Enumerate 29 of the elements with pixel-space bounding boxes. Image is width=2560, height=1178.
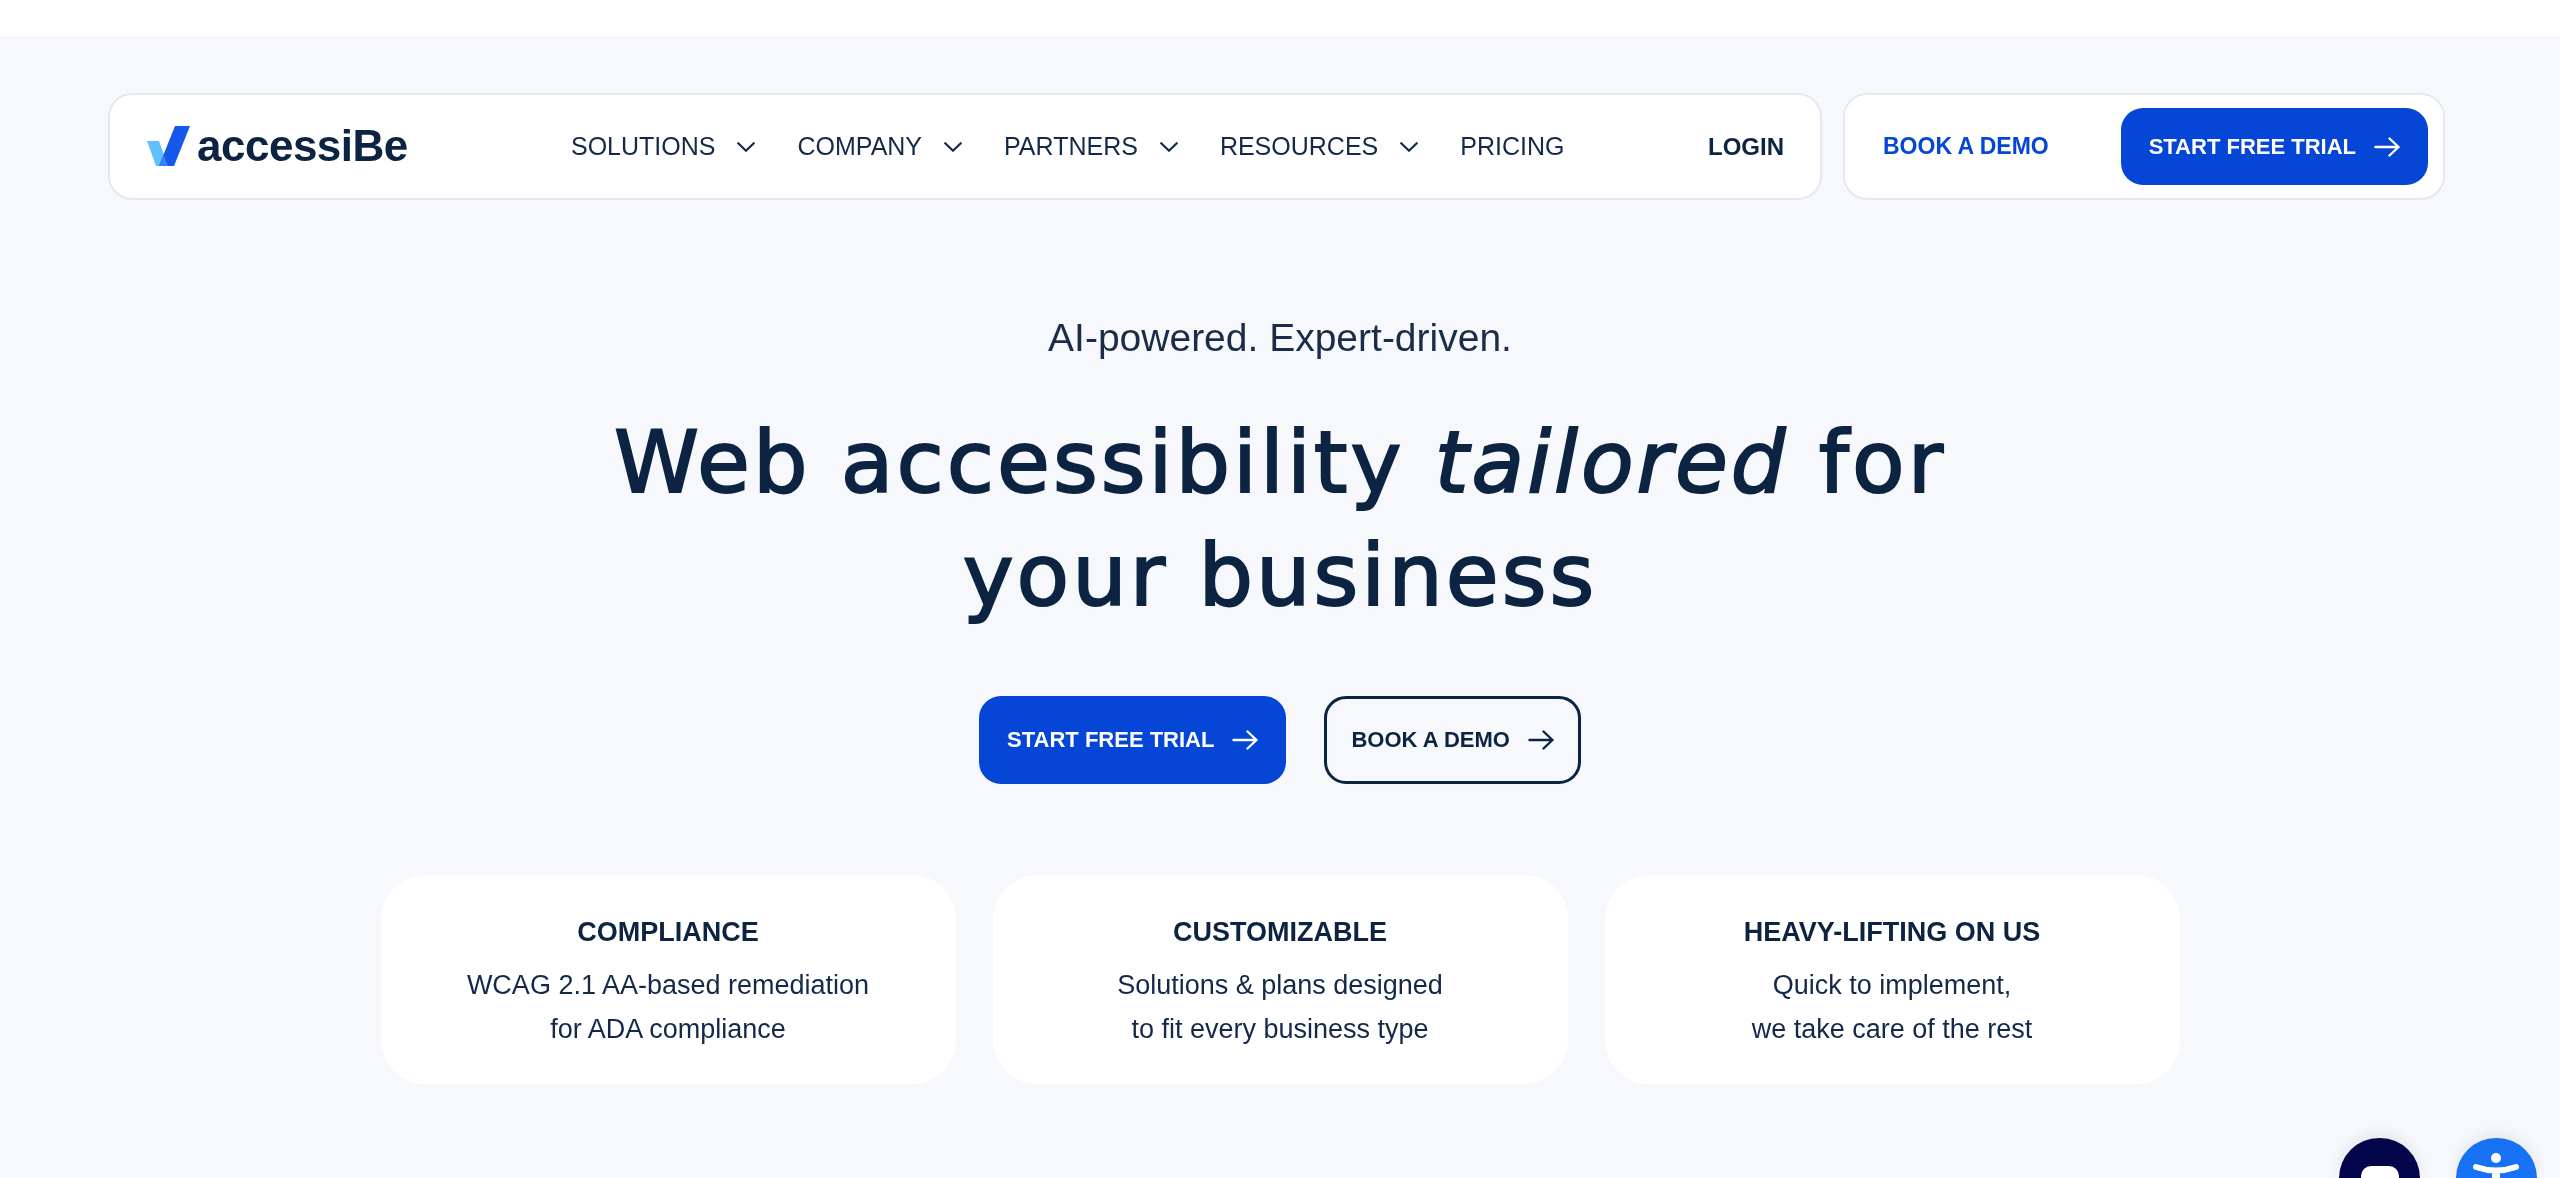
arrow-right-icon	[1232, 730, 1259, 750]
start-trial-button[interactable]: START FREE TRIAL	[979, 696, 1287, 784]
feature-title: CUSTOMIZABLE	[1173, 916, 1387, 949]
feature-title: COMPLIANCE	[577, 916, 759, 949]
nav-menu-item[interactable]: COMPANY	[797, 128, 963, 165]
tagline: AI-powered. Expert-driven.	[1048, 315, 1512, 361]
feature-title: HEAVY-LIFTING ON US	[1743, 916, 2041, 949]
feature-text: WCAG 2.1 AA-based remediation for ADA compliance	[466, 969, 870, 1046]
accessibility-icon	[2473, 1153, 2519, 1178]
chevron-down-icon	[737, 141, 756, 152]
logo-icon[interactable]	[147, 126, 190, 167]
logo-wordmark[interactable]: accessiBe	[197, 122, 408, 171]
nav-menu-item[interactable]: RESOURCES	[1219, 128, 1419, 165]
book-demo-button[interactable]: BOOK A DEMO	[1324, 696, 1581, 784]
book-demo-link[interactable]: BOOK A DEMO	[1883, 129, 2049, 164]
feature-text: Solutions & plans designed to fit every business type	[1117, 969, 1443, 1046]
hero-heading: Web accessibility tailored for your business	[613, 411, 1947, 627]
chevron-down-icon	[944, 141, 963, 152]
chevron-down-icon	[1159, 141, 1178, 152]
login-link[interactable]: LOGIN	[1708, 128, 1784, 165]
arrow-right-icon	[2374, 136, 2400, 157]
chat-icon	[2361, 1166, 2399, 1178]
nav-menu-item[interactable]: SOLUTIONS	[571, 128, 756, 165]
start-trial-button[interactable]: START FREE TRIAL	[2120, 108, 2428, 185]
arrow-right-icon	[1527, 730, 1554, 750]
nav-menu-item[interactable]: PARTNERS	[1004, 128, 1178, 165]
nav-menu-item[interactable]: PRICING	[1460, 128, 1565, 165]
feature-text: Quick to implement, we take care of the rest	[1751, 969, 2033, 1046]
chevron-down-icon	[1400, 141, 1419, 152]
